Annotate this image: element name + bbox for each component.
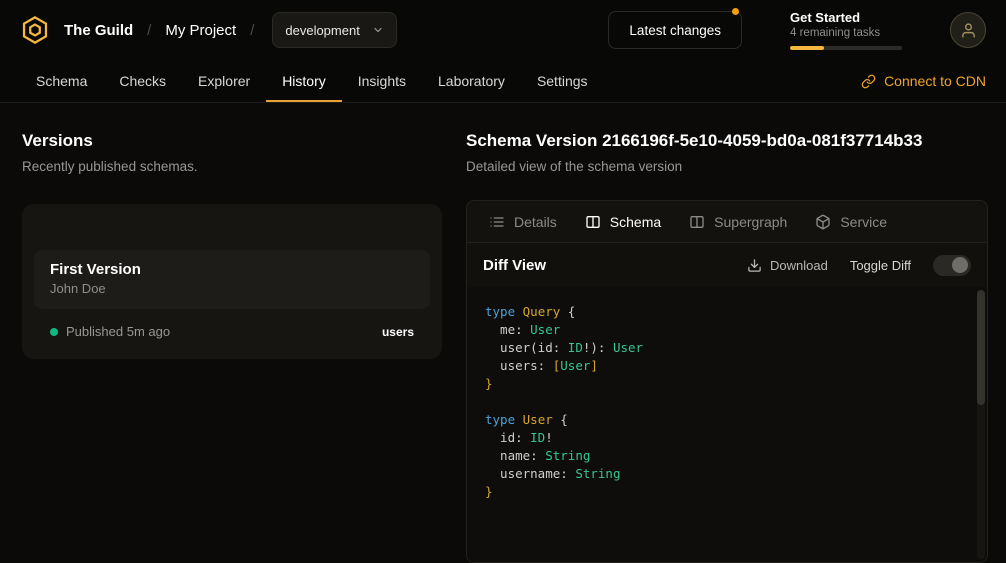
version-meta-row: Published 5m ago users	[34, 309, 430, 339]
latest-changes-label: Latest changes	[629, 23, 721, 38]
panels-icon	[585, 214, 601, 230]
versions-title: Versions	[22, 131, 442, 151]
tab-supergraph[interactable]: Supergraph	[675, 201, 801, 242]
box-icon	[815, 214, 831, 230]
hive-hexagon-icon	[20, 15, 50, 45]
header-actions: Latest changes Get Started 4 remaining t…	[608, 10, 986, 50]
diff-actions: Download Toggle Diff	[747, 255, 971, 276]
chevron-down-icon	[372, 24, 384, 36]
code-scrollbar-thumb[interactable]	[977, 290, 985, 405]
tab-checks[interactable]: Checks	[103, 60, 182, 102]
toggle-knob	[952, 257, 968, 273]
version-name: First Version	[50, 261, 414, 278]
code-scrollbar[interactable]	[977, 290, 985, 559]
tab-details-label: Details	[514, 214, 557, 230]
tab-supergraph-label: Supergraph	[714, 214, 787, 230]
tab-insights[interactable]: Insights	[342, 60, 422, 102]
diff-toolbar: Diff View Download Toggle Diff	[467, 243, 987, 287]
connect-to-cdn-label: Connect to CDN	[884, 73, 986, 89]
list-icon	[489, 214, 505, 230]
breadcrumb-project[interactable]: My Project	[165, 22, 236, 39]
connect-to-cdn-button[interactable]: Connect to CDN	[861, 60, 986, 102]
get-started-progress-fill	[790, 46, 824, 50]
schema-detail-box: Details Schema Supergraph	[466, 200, 988, 563]
toggle-diff-label: Toggle Diff	[850, 258, 911, 273]
tab-explorer[interactable]: Explorer	[182, 60, 266, 102]
diff-toggle-switch[interactable]	[933, 255, 971, 276]
tab-schema-view-label: Schema	[610, 214, 661, 230]
version-detail-panel: Schema Version 2166196f-5e10-4059-bd0a-0…	[466, 131, 988, 563]
avatar-button[interactable]	[950, 12, 986, 48]
versions-panel: Versions Recently published schemas. Fir…	[22, 131, 442, 563]
tab-laboratory[interactable]: Laboratory	[422, 60, 521, 102]
tab-schema-view[interactable]: Schema	[571, 201, 675, 242]
tab-service[interactable]: Service	[801, 201, 901, 242]
schema-version-title: Schema Version 2166196f-5e10-4059-bd0a-0…	[466, 131, 988, 151]
main-content: Versions Recently published schemas. Fir…	[0, 103, 1006, 563]
tab-service-label: Service	[840, 214, 887, 230]
get-started-progress-bar	[790, 46, 902, 50]
diff-view-title: Diff View	[483, 257, 546, 274]
published-status-dot	[50, 328, 58, 336]
version-author: John Doe	[50, 281, 414, 296]
environment-select[interactable]: development	[272, 12, 396, 48]
tab-settings[interactable]: Settings	[521, 60, 604, 102]
tab-schema[interactable]: Schema	[20, 60, 103, 102]
breadcrumb: The Guild / My Project /	[64, 22, 254, 39]
download-icon	[747, 258, 762, 273]
app-header: The Guild / My Project / development Lat…	[0, 0, 1006, 60]
user-icon	[960, 22, 977, 39]
download-label: Download	[770, 258, 828, 273]
code-content: type Query { me: User user(id: ID!): Use…	[467, 287, 987, 517]
get-started-widget[interactable]: Get Started 4 remaining tasks	[790, 10, 902, 50]
breadcrumb-separator: /	[250, 22, 254, 39]
breadcrumb-separator: /	[147, 22, 151, 39]
hive-logo[interactable]	[20, 15, 50, 45]
schema-version-subtitle: Detailed view of the schema version	[466, 159, 988, 174]
detail-tabs: Details Schema Supergraph	[467, 201, 987, 243]
notification-dot	[732, 8, 739, 15]
main-nav: Schema Checks Explorer History Insights …	[0, 60, 1006, 103]
version-card: First Version John Doe Published 5m ago …	[22, 204, 442, 359]
latest-changes-button[interactable]: Latest changes	[608, 11, 742, 49]
get-started-title: Get Started	[790, 10, 902, 25]
versions-subtitle: Recently published schemas.	[22, 159, 442, 174]
code-block[interactable]: type Query { me: User user(id: ID!): Use…	[467, 287, 987, 562]
tab-details[interactable]: Details	[475, 201, 571, 242]
version-list-item[interactable]: First Version John Doe	[34, 250, 430, 309]
version-status: Published 5m ago	[66, 324, 170, 339]
service-badge: users	[382, 325, 414, 339]
tab-history[interactable]: History	[266, 60, 342, 102]
breadcrumb-org[interactable]: The Guild	[64, 22, 133, 39]
get-started-subtitle: 4 remaining tasks	[790, 27, 902, 39]
environment-select-value: development	[285, 23, 359, 38]
download-button[interactable]: Download	[747, 258, 828, 273]
link-icon	[861, 74, 876, 89]
panels-icon	[689, 214, 705, 230]
